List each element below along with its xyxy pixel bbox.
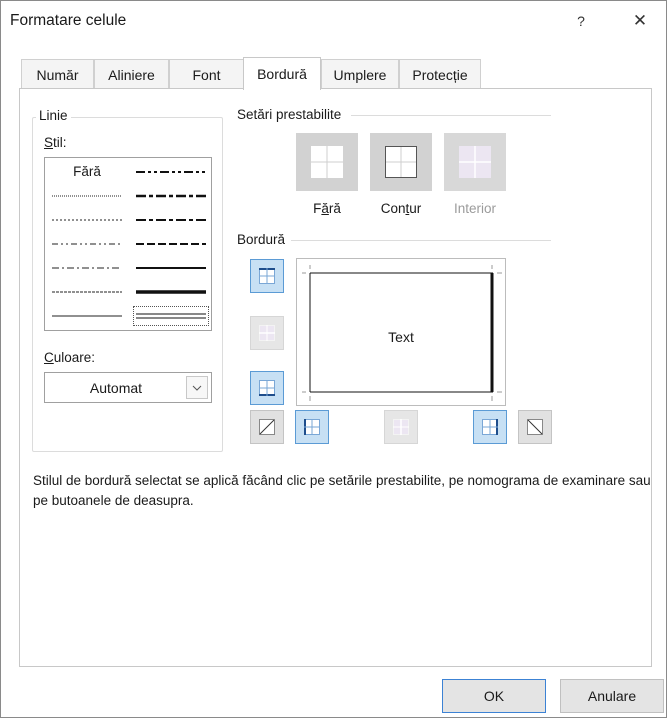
cancel-button[interactable]: Anulare <box>560 679 664 713</box>
line-style-medium-dash-dot[interactable] <box>133 210 209 230</box>
border-diagonal-down-button[interactable] <box>518 410 552 444</box>
color-value: Automat <box>89 380 143 396</box>
tab-bordura[interactable]: Bordură <box>243 57 321 90</box>
border-group-title: Bordură <box>234 232 289 247</box>
border-bottom-button[interactable] <box>250 371 284 405</box>
border-top-icon <box>259 268 275 284</box>
line-style-thick[interactable] <box>133 282 209 302</box>
border-preview[interactable]: Text <box>296 258 506 406</box>
preset-none-label: Fără <box>313 201 341 216</box>
border-inside-horizontal-icon <box>259 325 275 341</box>
border-inside-horizontal-button <box>250 316 284 350</box>
close-button[interactable]: ✕ <box>620 8 660 34</box>
border-left-icon <box>304 419 320 435</box>
preset-outline-label: Contur <box>380 201 422 216</box>
line-style-medium-dash-dot-dot[interactable] <box>133 162 209 182</box>
color-label: Culoare: <box>44 350 96 365</box>
line-style-dash-dot-dot[interactable] <box>49 234 125 254</box>
border-inside-vertical-icon <box>393 419 409 435</box>
preset-none-button[interactable] <box>296 133 358 191</box>
ok-button[interactable]: OK <box>442 679 546 713</box>
format-cells-dialog: Formatare celule ? ✕ Număr Aliniere Font… <box>0 0 667 718</box>
tab-numar[interactable]: Număr <box>21 59 94 89</box>
help-button[interactable]: ? <box>561 8 601 34</box>
line-style-dashed[interactable] <box>49 282 125 302</box>
preset-none-icon <box>311 146 343 178</box>
style-label: Stil: <box>44 135 67 150</box>
border-bottom-icon <box>259 380 275 396</box>
diagonal-down-icon <box>527 419 543 435</box>
preview-text: Text <box>388 329 414 345</box>
line-style-dotted[interactable] <box>49 210 125 230</box>
border-right-icon <box>482 419 498 435</box>
tab-umplere[interactable]: Umplere <box>321 59 399 89</box>
border-description: Stilul de bordură selectat se aplică făc… <box>33 473 651 508</box>
preset-outline-button[interactable] <box>370 133 432 191</box>
line-group-title: Linie <box>36 108 71 123</box>
border-left-button[interactable] <box>295 410 329 444</box>
border-right-button[interactable] <box>473 410 507 444</box>
line-style-double[interactable] <box>133 306 209 326</box>
presets-divider <box>351 115 551 116</box>
diagonal-up-icon <box>259 419 275 435</box>
line-style-hair[interactable] <box>49 186 125 206</box>
preset-inside-label: Interior <box>453 201 497 216</box>
line-style-thin[interactable] <box>49 306 125 326</box>
line-style-medium[interactable] <box>133 258 209 278</box>
border-top-button[interactable] <box>250 259 284 293</box>
color-dropdown[interactable]: Automat <box>44 372 212 403</box>
line-style-medium-dashed[interactable] <box>133 234 209 254</box>
border-divider <box>291 240 551 241</box>
tab-font[interactable]: Font <box>169 59 244 89</box>
window-title: Formatare celule <box>10 12 127 29</box>
preset-inside-button <box>444 133 506 191</box>
line-style-slant-dash-dot[interactable] <box>133 186 209 206</box>
chevron-down-icon[interactable] <box>186 376 208 399</box>
border-diagonal-up-button[interactable] <box>250 410 284 444</box>
tab-protectie[interactable]: Protecție <box>399 59 481 89</box>
line-style-dash-dot[interactable] <box>49 258 125 278</box>
line-style-list[interactable]: Fără <box>44 157 212 331</box>
border-inside-vertical-button <box>384 410 418 444</box>
preset-inside-icon <box>459 146 491 178</box>
tab-aliniere[interactable]: Aliniere <box>94 59 169 89</box>
presets-title: Setări prestabilite <box>234 107 345 122</box>
line-style-none[interactable]: Fără <box>49 162 125 182</box>
preset-outline-icon <box>385 146 417 178</box>
title-bar: Formatare celule ? ✕ <box>1 1 666 41</box>
